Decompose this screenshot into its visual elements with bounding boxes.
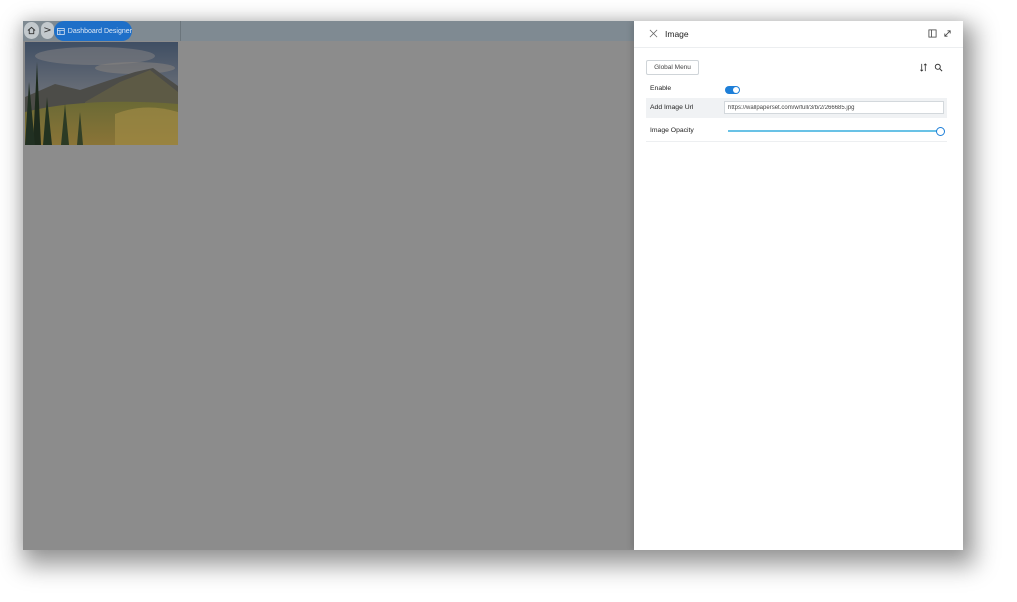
dashboard-designer-app: > Dashboard Designer Image Global Menu E… [23,21,963,550]
close-icon[interactable] [649,29,658,38]
enable-label: Enable [650,85,672,92]
global-menu-label: Global Menu [654,64,691,71]
enable-row: Enable [646,81,947,97]
image-url-input[interactable] [724,101,944,114]
breadcrumb-active-label: Dashboard Designer [67,27,132,35]
image-url-row: Add Image Url [646,98,947,118]
opacity-slider-handle[interactable] [936,127,945,136]
breadcrumb-home[interactable] [24,22,39,39]
breadcrumb-separator[interactable]: > [41,22,54,39]
home-icon [27,26,36,35]
properties-panel: Image Global Menu Enable Add Image Url h… [634,21,963,550]
toggle-knob [733,87,739,93]
dock-panel-icon[interactable] [928,29,937,38]
enable-toggle[interactable] [725,86,740,94]
image-widget[interactable] [25,42,178,145]
landscape-image [25,42,178,145]
global-menu-button[interactable]: Global Menu [646,60,699,75]
panel-title: Image [665,29,689,39]
sort-icon[interactable] [919,63,928,72]
expand-icon[interactable] [943,29,952,38]
image-opacity-label: Image Opacity [650,127,694,134]
toolbar-divider [180,21,181,41]
opacity-slider-track[interactable] [728,130,940,132]
chevron-right-icon: > [43,25,52,36]
dashboard-icon [57,27,65,35]
image-opacity-row: Image Opacity [646,121,947,142]
breadcrumb-dashboard-designer[interactable]: Dashboard Designer [54,21,132,41]
search-icon[interactable] [934,63,943,72]
panel-header: Image [634,21,963,48]
image-url-label: Add Image Url [650,104,694,111]
breadcrumb: > Dashboard Designer [23,21,634,41]
